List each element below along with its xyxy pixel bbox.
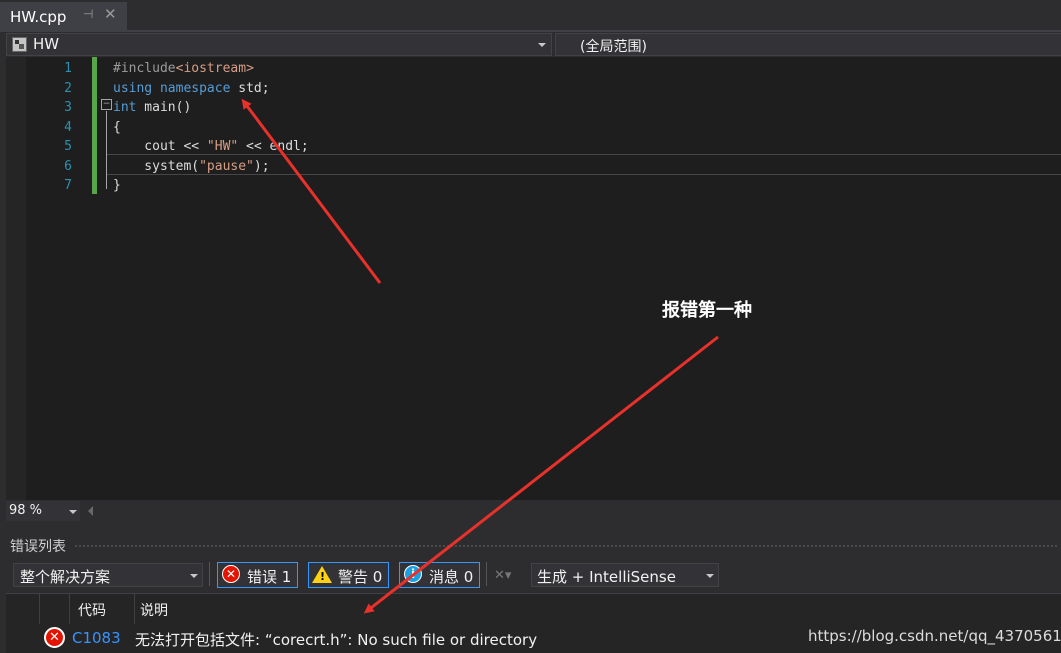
code-token: std;	[230, 80, 270, 96]
messages-filter-label: 消息 0	[429, 568, 474, 586]
code-line[interactable]: }	[113, 176, 121, 196]
code-editor[interactable]: − 1234567 #include<iostream> using namesp…	[6, 57, 1061, 500]
close-icon[interactable]: ✕	[104, 5, 117, 23]
code-token: main()	[136, 100, 192, 115]
error-description: 无法打开包括文件: “corecrt.h”: No such file or d…	[135, 631, 538, 649]
code-line[interactable]: #include<iostream>	[113, 59, 254, 79]
collapse-icon[interactable]: −	[101, 99, 112, 110]
solution-scope-dropdown[interactable]: 整个解决方案	[13, 563, 203, 587]
info-icon: i	[404, 565, 422, 583]
zoom-level: 98 %	[9, 503, 43, 518]
code-token: namespace	[159, 80, 231, 96]
errors-filter-label: 错误 1	[247, 568, 292, 586]
messages-filter-button[interactable]: i 消息 0	[399, 562, 480, 588]
project-icon	[12, 37, 27, 52]
code-token: #include	[113, 61, 176, 76]
line-number: 5	[64, 139, 72, 154]
watermark: https://blog.csdn.net/qq_43705611	[808, 627, 1061, 645]
code-line[interactable]: using namespace std;	[113, 79, 270, 99]
scope-filter-label: 整个解决方案	[20, 568, 111, 586]
zoom-bar: 98 %	[0, 500, 1061, 522]
error-list-panel: 错误列表 整个解决方案 ✕ 错误 1 ! 警告 0 i 消息 0 ✕▾ 生成 +…	[0, 532, 1061, 653]
clear-filter-icon[interactable]: ✕▾	[494, 568, 511, 583]
error-icon: ✕	[44, 627, 65, 648]
header-blank	[6, 594, 39, 624]
header-code-label: 代码	[78, 603, 106, 619]
code-token: }	[113, 178, 121, 193]
tab-filename: HW.cpp	[10, 8, 67, 26]
toolbar-separator	[209, 562, 210, 586]
chevron-down-icon	[706, 574, 714, 578]
warning-mark: !	[320, 570, 326, 583]
error-icon: ✕	[222, 565, 240, 583]
navigation-bar: HW (全局范围)	[0, 32, 1061, 56]
build-source-dropdown[interactable]: 生成 + IntelliSense	[531, 563, 719, 587]
code-line[interactable]: system("pause");	[113, 157, 270, 177]
chevron-down-icon	[69, 510, 77, 514]
scope-label: (全局范围)	[580, 39, 647, 55]
line-number: 3	[64, 100, 72, 115]
editor-margin	[6, 57, 26, 500]
pin-icon[interactable]: ⊣	[83, 7, 93, 21]
tab-bar: HW.cpp ⊣ ✕	[0, 0, 1061, 30]
code-line[interactable]: {	[113, 118, 121, 138]
chevron-down-icon	[538, 43, 546, 47]
code-line[interactable]: int main()	[113, 98, 191, 118]
code-token: cout <<	[113, 139, 207, 154]
code-token: using	[113, 80, 153, 96]
source-filter-label: 生成 + IntelliSense	[537, 568, 676, 586]
code-token: "HW"	[206, 139, 239, 154]
code-token: int	[113, 100, 137, 115]
document-tab[interactable]: HW.cpp ⊣ ✕	[0, 2, 127, 30]
code-token: << endl;	[238, 139, 309, 154]
header-description[interactable]: 说明	[134, 594, 1061, 624]
code-token: );	[253, 158, 270, 174]
line-number: 6	[64, 158, 72, 174]
zoom-dropdown[interactable]: 98 %	[6, 501, 80, 521]
warnings-filter-button[interactable]: ! 警告 0	[308, 562, 389, 588]
project-dropdown[interactable]: HW	[6, 33, 552, 56]
project-label: HW	[33, 35, 60, 53]
header-description-label: 说明	[140, 603, 168, 619]
code-line[interactable]: cout << "HW" << endl;	[113, 137, 309, 157]
warnings-filter-label: 警告 0	[338, 568, 383, 586]
line-number: 7	[64, 178, 72, 193]
line-number: 4	[64, 119, 72, 135]
line-number: 1	[64, 61, 72, 76]
line-number: 2	[64, 80, 72, 96]
code-token: system(	[113, 158, 200, 174]
outline-line	[106, 111, 107, 189]
chevron-down-icon	[190, 574, 198, 578]
error-code-link[interactable]: C1083	[72, 629, 121, 647]
change-tracking-bar	[92, 57, 97, 194]
scope-dropdown[interactable]: (全局范围)	[555, 33, 1061, 56]
toolbar-separator	[486, 562, 487, 586]
header-code[interactable]: 代码	[69, 594, 135, 624]
panel-title: 错误列表	[10, 539, 66, 555]
code-token: {	[113, 119, 121, 135]
code-token: "pause"	[199, 158, 254, 174]
annotation-label: 报错第一种	[662, 300, 752, 321]
code-token: <iostream>	[175, 61, 254, 76]
scroll-left-icon[interactable]	[88, 506, 93, 516]
errors-filter-button[interactable]: ✕ 错误 1	[217, 562, 298, 588]
table-header: 代码 说明	[6, 593, 1061, 625]
header-icon-col	[39, 594, 70, 624]
panel-grip	[74, 544, 1059, 548]
